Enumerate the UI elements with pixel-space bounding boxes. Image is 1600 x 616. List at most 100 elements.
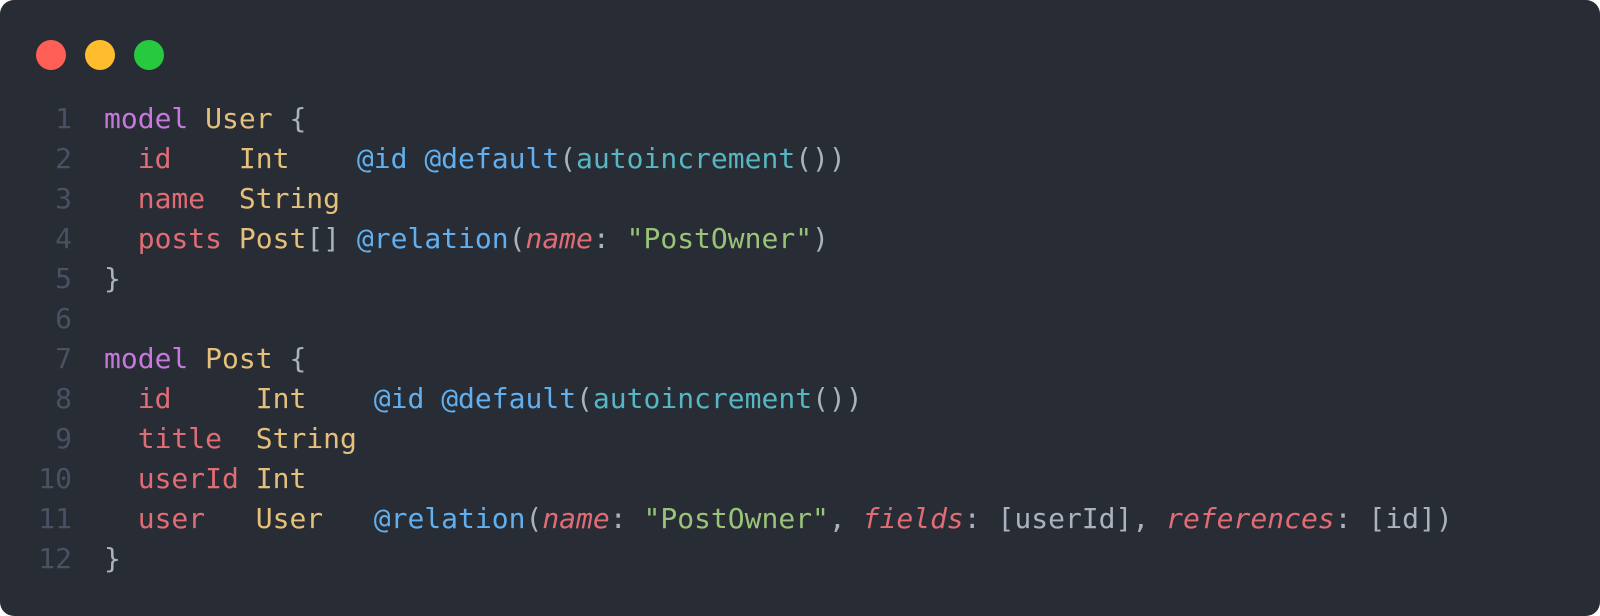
code-token: @default	[441, 382, 577, 415]
code-token: ())	[795, 142, 846, 175]
line-source: model User {	[72, 99, 306, 139]
line-source	[72, 299, 104, 339]
line-number: 11	[38, 502, 72, 535]
line-number: 3	[55, 182, 72, 215]
code-window: 1 model User {2 id Int @id @default(autoi…	[0, 0, 1600, 616]
code-line: 2 id Int @id @default(autoincrement())	[30, 139, 1453, 179]
code-line: 9 title String	[30, 419, 1453, 459]
line-source: }	[72, 539, 121, 579]
code-token: @relation	[373, 502, 526, 535]
code-token: )	[812, 222, 829, 255]
code-token: Int	[238, 142, 290, 175]
line-source: name String	[72, 179, 340, 219]
code-token: name	[525, 222, 593, 255]
code-token: model	[104, 342, 189, 375]
code-token: @default	[424, 142, 560, 175]
line-number: 9	[55, 422, 72, 455]
code-token: (	[576, 382, 593, 415]
code-token: name	[137, 182, 206, 215]
code-token: :	[592, 222, 627, 255]
code-editor[interactable]: 1 model User {2 id Int @id @default(autoi…	[30, 99, 1453, 579]
code-token: fields	[862, 502, 964, 535]
code-line: 8 id Int @id @default(autoincrement())	[30, 379, 1453, 419]
code-token: : [userId],	[963, 502, 1167, 535]
line-number: 6	[55, 302, 72, 335]
code-token: references	[1166, 502, 1335, 535]
window-controls	[36, 40, 164, 70]
code-token: @relation	[356, 222, 509, 255]
code-token: }	[104, 542, 121, 575]
code-token: []	[306, 222, 357, 255]
line-number: 7	[55, 342, 72, 375]
code-token: :	[609, 502, 644, 535]
line-number: 10	[38, 462, 72, 495]
code-token: id	[137, 142, 172, 175]
maximize-dot[interactable]	[134, 40, 164, 70]
code-token: String	[238, 182, 341, 215]
code-token: User	[255, 502, 324, 535]
line-source: title String	[72, 419, 357, 459]
code-token: (	[559, 142, 577, 175]
code-token: model	[104, 102, 189, 135]
code-line: 10 userId Int	[30, 459, 1453, 499]
code-line: 6	[30, 299, 1453, 339]
line-source: id Int @id @default(autoincrement())	[72, 379, 863, 419]
line-number: 2	[55, 142, 72, 175]
code-token: Post	[238, 222, 307, 255]
code-token: {	[272, 342, 307, 375]
code-token: ,	[828, 502, 863, 535]
code-token: userId	[137, 462, 239, 495]
code-token: name	[542, 502, 610, 535]
code-token: id	[137, 382, 172, 415]
line-source: id Int @id @default(autoincrement())	[72, 139, 846, 179]
close-dot[interactable]	[36, 40, 66, 70]
line-number: 12	[38, 542, 72, 575]
line-number: 4	[55, 222, 72, 255]
code-line: 11 user User @relation(name: "PostOwner"…	[30, 499, 1453, 539]
code-line: 5}	[30, 259, 1453, 299]
code-token: String	[255, 422, 357, 455]
code-token: : [id])	[1334, 502, 1453, 535]
minimize-dot[interactable]	[85, 40, 115, 70]
line-number: 5	[55, 262, 72, 295]
code-token: Int	[255, 382, 307, 415]
code-line: 7 model Post {	[30, 339, 1453, 379]
code-token: autoincrement	[576, 142, 796, 175]
code-line: 12}	[30, 539, 1453, 579]
code-token: Int	[255, 462, 307, 495]
line-number: 1	[55, 102, 72, 135]
code-token: "PostOwner"	[626, 222, 813, 255]
code-token: User	[205, 102, 273, 135]
code-token: (	[525, 502, 543, 535]
line-number: 8	[55, 382, 72, 415]
code-token: user	[137, 502, 206, 535]
code-token: "PostOwner"	[643, 502, 829, 535]
code-token: posts	[137, 222, 223, 255]
line-source: model Post {	[72, 339, 306, 379]
code-token: autoincrement	[592, 382, 813, 415]
line-source: userId Int	[72, 459, 307, 499]
code-line: 1 model User {	[30, 99, 1453, 139]
code-line: 3 name String	[30, 179, 1453, 219]
code-token: ())	[812, 382, 863, 415]
code-token: title	[137, 422, 223, 455]
